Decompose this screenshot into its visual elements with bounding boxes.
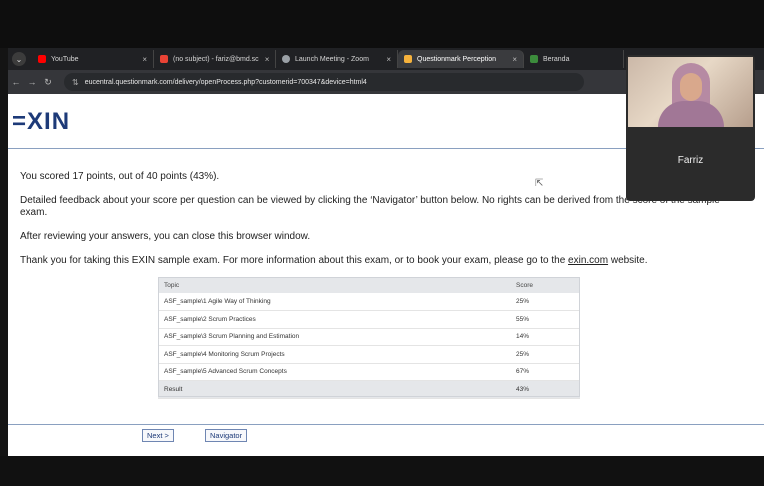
score-cell: 55% <box>510 310 580 329</box>
score-column-header: Score <box>510 277 580 293</box>
topic-cell: ASF_sample\4 Monitoring Scrum Projects <box>158 345 510 364</box>
globe-favicon-icon <box>282 55 290 63</box>
tab-questionmark[interactable]: Questionmark Perception × <box>398 50 524 68</box>
tab-label: (no subject) - fariz@bmd.sc <box>173 55 259 63</box>
table-header-row: Topic Score <box>158 277 580 293</box>
tab-youtube[interactable]: YouTube × <box>32 50 154 68</box>
result-row: Result 43% <box>158 380 580 399</box>
score-cell: 67% <box>510 363 580 381</box>
thanks-text: Thank you for taking this EXIN sample ex… <box>20 255 740 267</box>
topic-column-header: Topic <box>158 277 510 293</box>
topic-cell: ASF_sample\5 Advanced Scrum Concepts <box>158 363 510 381</box>
table-row: ASF_sample\4 Monitoring Scrum Projects 2… <box>158 345 580 364</box>
site-info-icon[interactable]: ⇅ <box>72 78 79 87</box>
table-row: ASF_sample\2 Scrum Practices 55% <box>158 310 580 329</box>
topic-cell: ASF_sample\1 Agile Way of Thinking <box>158 293 510 311</box>
back-arrow-icon[interactable]: ← <box>8 77 24 87</box>
close-tab-icon[interactable]: × <box>136 55 147 64</box>
result-score: 43% <box>510 380 580 399</box>
participant-video-feed <box>628 57 753 127</box>
score-cell: 25% <box>510 345 580 364</box>
mouse-cursor-icon: ⇱ <box>535 178 544 189</box>
tab-label: Questionmark Perception <box>417 55 496 63</box>
thanks-suffix: website. <box>608 255 648 266</box>
table-row: ASF_sample\5 Advanced Scrum Concepts 67% <box>158 363 580 381</box>
review-text: After reviewing your answers, you can cl… <box>20 231 311 242</box>
thanks-prefix: Thank you for taking this EXIN sample ex… <box>20 255 569 266</box>
top-black-bar <box>0 0 764 48</box>
tab-gmail[interactable]: (no subject) - fariz@bmd.sc × <box>154 50 276 68</box>
url-text: eucentral.questionmark.com/delivery/open… <box>84 78 367 86</box>
tab-search-chevron-icon[interactable]: ⌄ <box>12 52 26 66</box>
exin-logo: =XIN <box>12 108 71 135</box>
topic-cell: ASF_sample\3 Scrum Planning and Estimati… <box>158 328 510 346</box>
gmail-favicon-icon <box>160 55 168 63</box>
forward-arrow-icon[interactable]: → <box>24 77 40 87</box>
exin-link[interactable]: exin.com <box>568 255 608 266</box>
beranda-favicon-icon <box>530 55 538 63</box>
navigator-button[interactable]: Navigator <box>205 429 248 442</box>
tab-beranda[interactable]: Beranda <box>524 50 624 68</box>
table-row: ASF_sample\3 Scrum Planning and Estimati… <box>158 328 580 346</box>
score-cell: 14% <box>510 328 580 346</box>
close-tab-icon[interactable]: × <box>259 55 270 64</box>
questionmark-favicon-icon <box>404 55 412 63</box>
url-field[interactable]: ⇅ eucentral.questionmark.com/delivery/op… <box>64 73 584 91</box>
footer-divider <box>8 424 764 425</box>
topic-score-table: Topic Score ASF_sample\1 Agile Way of Th… <box>158 277 580 399</box>
close-tab-icon[interactable]: × <box>506 55 517 64</box>
screen-frame: ⌄ YouTube × (no subject) - fariz@bmd.sc … <box>0 0 764 486</box>
participant-video-tile[interactable]: Farriz <box>626 55 755 201</box>
score-cell: 25% <box>510 293 580 311</box>
participant-body-shape <box>658 101 724 127</box>
participant-name: Farriz <box>677 155 704 166</box>
participant-face-shape <box>680 73 702 101</box>
reload-icon[interactable]: ↻ <box>40 77 56 88</box>
bottom-black-bar <box>0 456 764 486</box>
tab-label: Beranda <box>543 55 570 63</box>
tab-label: Launch Meeting - Zoom <box>295 55 369 63</box>
tab-label: YouTube <box>51 55 79 63</box>
result-label: Result <box>158 380 510 399</box>
topic-cell: ASF_sample\2 Scrum Practices <box>158 310 510 329</box>
table-row: ASF_sample\1 Agile Way of Thinking 25% <box>158 293 580 311</box>
next-button[interactable]: Next > <box>142 429 174 442</box>
youtube-favicon-icon <box>38 55 46 63</box>
close-tab-icon[interactable]: × <box>380 55 391 64</box>
tab-zoom[interactable]: Launch Meeting - Zoom × <box>276 50 398 68</box>
